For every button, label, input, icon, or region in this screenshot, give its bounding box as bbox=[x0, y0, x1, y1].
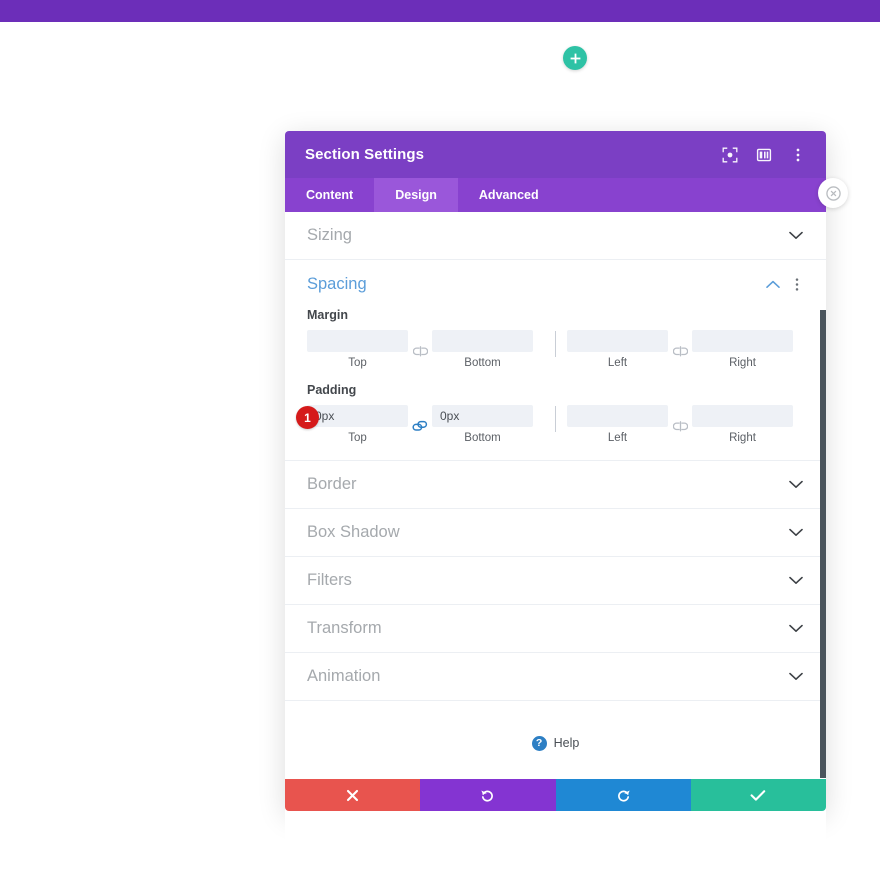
kebab-menu-icon[interactable] bbox=[789, 146, 806, 163]
chevron-down-icon bbox=[788, 573, 804, 589]
section-toggle-spacing[interactable]: Spacing bbox=[285, 260, 826, 308]
add-section-button[interactable] bbox=[563, 46, 587, 70]
margin-group: Margin Top Bottom Left Right bbox=[285, 308, 826, 369]
top-admin-bar bbox=[0, 0, 880, 22]
modal-tabs: Content Design Advanced bbox=[285, 178, 826, 212]
margin-left-right-link-broken-icon[interactable] bbox=[668, 345, 692, 357]
close-circle-icon bbox=[825, 185, 841, 201]
close-overlay-button[interactable] bbox=[818, 178, 848, 208]
section-label-animation: Animation bbox=[307, 667, 381, 685]
section-toggle-box-shadow[interactable]: Box Shadow bbox=[285, 509, 826, 557]
modal-header: Section Settings bbox=[285, 131, 826, 178]
section-toggle-border[interactable]: Border bbox=[285, 461, 826, 509]
section-label-transform: Transform bbox=[307, 619, 382, 637]
chevron-down-icon bbox=[788, 477, 804, 493]
section-spacing: Spacing Margin Top Bottom Left Right Pad… bbox=[285, 260, 826, 461]
save-button[interactable] bbox=[690, 779, 826, 811]
margin-fields: Top Bottom Left Right bbox=[307, 330, 804, 369]
status-badge: 1 bbox=[296, 406, 319, 429]
undo-button[interactable] bbox=[420, 779, 556, 811]
tab-content[interactable]: Content bbox=[285, 178, 374, 212]
chevron-down-icon bbox=[788, 669, 804, 685]
padding-top-sublabel: Top bbox=[348, 432, 367, 444]
section-toggle-transform[interactable]: Transform bbox=[285, 605, 826, 653]
margin-label: Margin bbox=[307, 308, 348, 322]
spacing-kebab-menu-icon[interactable] bbox=[790, 276, 804, 292]
margin-left-sublabel: Left bbox=[607, 357, 628, 369]
tab-advanced[interactable]: Advanced bbox=[458, 178, 560, 212]
vertical-scrollbar[interactable] bbox=[820, 310, 826, 778]
chevron-down-icon bbox=[788, 228, 804, 244]
padding-fields: 1 Top bbox=[296, 405, 804, 444]
close-x-icon bbox=[347, 789, 359, 801]
help-label: Help bbox=[553, 736, 580, 750]
section-toggle-sizing[interactable]: Sizing bbox=[285, 212, 826, 260]
modal-header-icons bbox=[721, 146, 806, 163]
undo-arrow-icon bbox=[481, 789, 494, 802]
padding-top-input[interactable] bbox=[307, 405, 408, 427]
help-row[interactable]: ? Help bbox=[285, 701, 826, 785]
margin-left-right-pair: Left Right bbox=[567, 330, 804, 369]
focus-target-icon[interactable] bbox=[721, 146, 738, 163]
section-label-spacing: Spacing bbox=[307, 274, 367, 293]
checkmark-icon bbox=[750, 789, 766, 801]
margin-divider bbox=[555, 331, 556, 357]
padding-divider bbox=[555, 406, 556, 432]
margin-left-input[interactable] bbox=[567, 330, 668, 352]
tab-design[interactable]: Design bbox=[374, 178, 458, 212]
margin-bottom-input[interactable] bbox=[432, 330, 533, 352]
padding-label: Padding bbox=[307, 383, 357, 397]
chevron-down-icon bbox=[788, 525, 804, 541]
layout-columns-icon[interactable] bbox=[755, 146, 772, 163]
discard-button[interactable] bbox=[285, 779, 421, 811]
chevron-up-icon[interactable] bbox=[765, 276, 781, 292]
margin-right-sublabel: Right bbox=[729, 357, 756, 369]
padding-bottom-sublabel: Bottom bbox=[464, 432, 501, 444]
chevron-down-icon bbox=[788, 621, 804, 637]
margin-bottom-sublabel: Bottom bbox=[464, 357, 501, 369]
padding-bottom-input[interactable] bbox=[432, 405, 533, 427]
section-label-sizing: Sizing bbox=[307, 226, 352, 244]
margin-top-bottom-pair: Top Bottom bbox=[307, 330, 544, 369]
padding-top-bottom-link-connected-icon[interactable] bbox=[408, 420, 432, 432]
padding-right-sublabel: Right bbox=[729, 432, 756, 444]
section-toggle-animation[interactable]: Animation bbox=[285, 653, 826, 701]
redo-button[interactable] bbox=[555, 779, 691, 811]
section-label-filters: Filters bbox=[307, 571, 352, 589]
question-mark-icon: ? bbox=[531, 735, 547, 751]
section-settings-modal: Section Settings Content Design Advanced… bbox=[285, 131, 826, 893]
page-title: Section Settings bbox=[305, 146, 425, 163]
padding-top-bottom-pair: Top Bottom bbox=[307, 405, 544, 444]
plus-icon bbox=[570, 53, 580, 63]
padding-group: Padding 1 Top bbox=[285, 383, 826, 444]
redo-arrow-icon bbox=[617, 789, 630, 802]
margin-right-input[interactable] bbox=[692, 330, 793, 352]
section-toggle-filters[interactable]: Filters bbox=[285, 557, 826, 605]
padding-left-sublabel: Left bbox=[607, 432, 628, 444]
modal-footer bbox=[285, 779, 826, 811]
padding-right-input[interactable] bbox=[692, 405, 793, 427]
padding-left-right-link-broken-icon[interactable] bbox=[668, 420, 692, 432]
padding-left-input[interactable] bbox=[567, 405, 668, 427]
margin-top-sublabel: Top bbox=[348, 357, 367, 369]
section-label-box-shadow: Box Shadow bbox=[307, 523, 400, 541]
margin-top-bottom-link-broken-icon[interactable] bbox=[408, 345, 432, 357]
margin-top-input[interactable] bbox=[307, 330, 408, 352]
padding-left-right-pair: Left Right bbox=[567, 405, 804, 444]
section-label-border: Border bbox=[307, 475, 357, 493]
